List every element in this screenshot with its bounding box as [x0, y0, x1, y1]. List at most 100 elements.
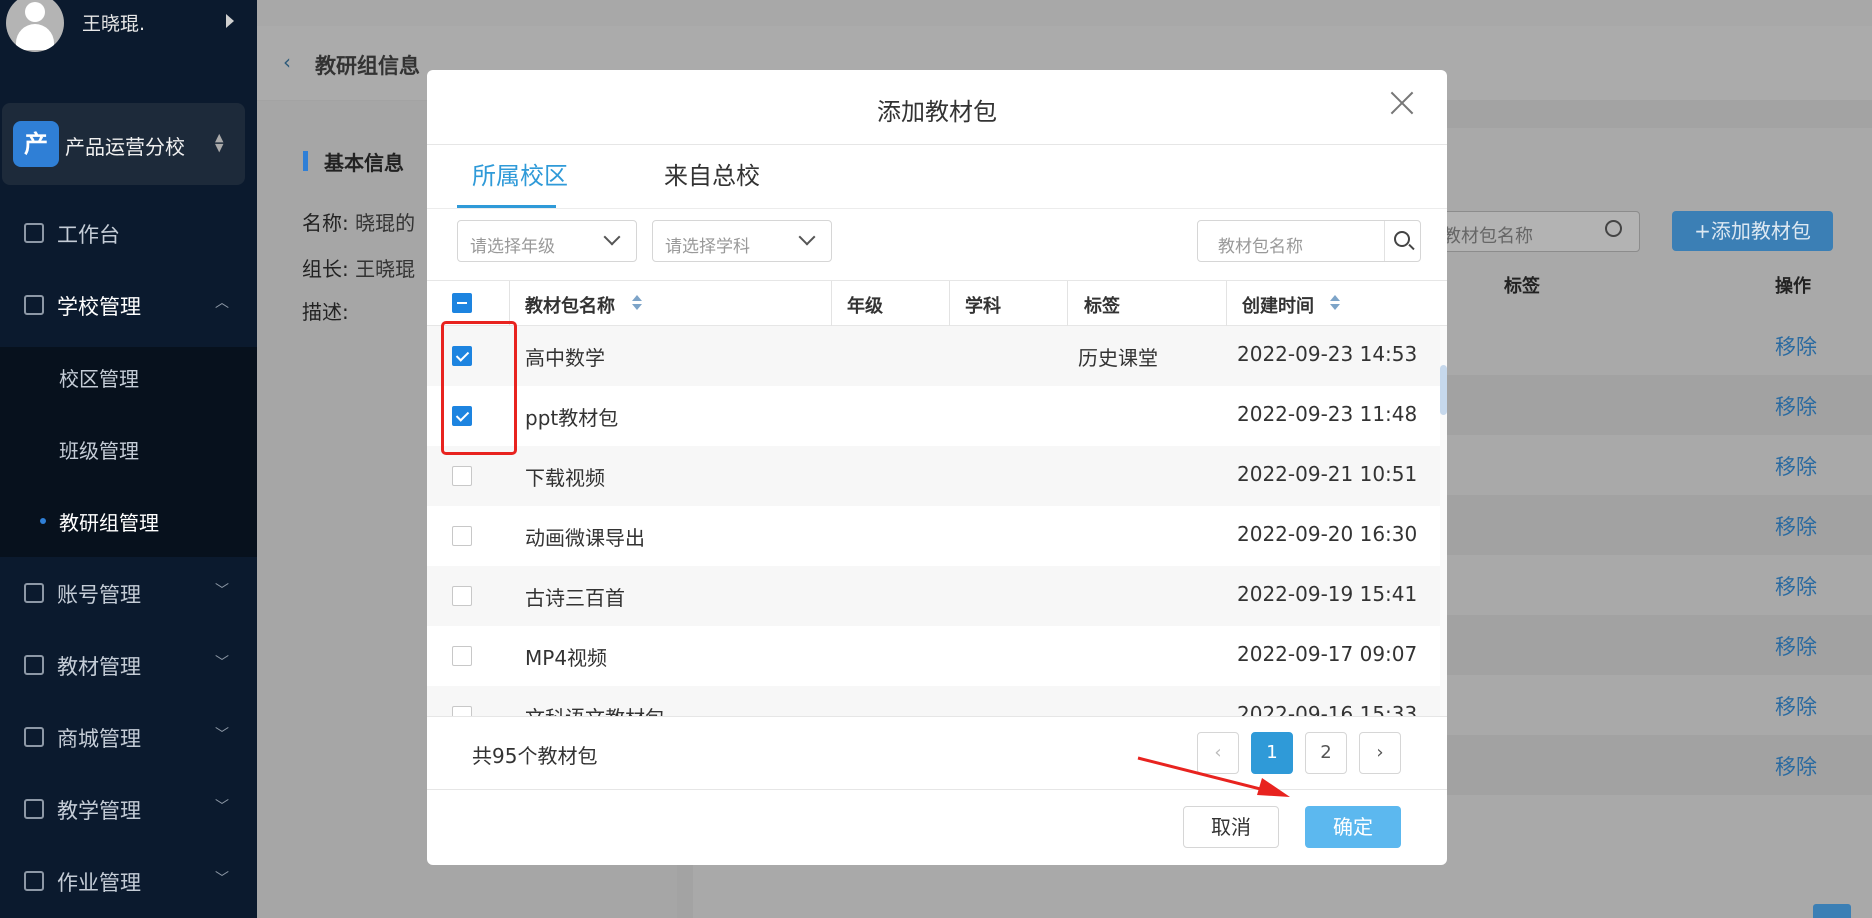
row-checkbox[interactable]	[452, 646, 472, 666]
search-input[interactable]: 教材包名称	[1197, 220, 1421, 262]
table-row: 移除	[1447, 375, 1872, 435]
column-header-created[interactable]: 创建时间	[1242, 292, 1314, 318]
nav-item-homework[interactable]: 作业管理 ﹀	[0, 851, 257, 911]
table-body: 高中数学 历史课堂 2022-09-23 14:53 ppt教材包 2022-09-23…	[427, 326, 1440, 716]
nav-item-shop[interactable]: 商城管理 ﹀	[0, 707, 257, 767]
remove-link[interactable]: 移除	[1775, 391, 1817, 421]
remove-link[interactable]: 移除	[1775, 691, 1817, 721]
sub-nav-research-group[interactable]: 教研组管理	[0, 491, 257, 551]
remove-link[interactable]: 移除	[1775, 631, 1817, 661]
confirm-button[interactable]: 确定	[1305, 806, 1401, 848]
remove-link[interactable]: 移除	[1775, 511, 1817, 541]
table-row[interactable]: 动画微课导出 2022-09-20 16:30	[427, 506, 1440, 566]
field-value: 晓琨的	[355, 211, 416, 235]
dashboard-icon	[24, 223, 44, 243]
field-label: 名称:	[302, 211, 349, 235]
active-dot-icon	[40, 518, 46, 524]
column-header-grade: 年级	[847, 296, 883, 317]
table-row: 移除	[1447, 435, 1872, 495]
material-tag: 历史课堂	[1078, 346, 1158, 370]
field-name: 名称: 晓琨的	[302, 207, 415, 236]
page-1-button[interactable]: 1	[1251, 732, 1293, 774]
search-placeholder: 教材包名称	[1443, 226, 1533, 247]
user-icon	[24, 583, 44, 603]
created-time: 2022-09-23 14:53	[1237, 342, 1418, 366]
prev-page-button[interactable]: ‹	[1197, 732, 1239, 774]
caret-right-icon[interactable]	[226, 14, 234, 28]
homework-icon	[24, 871, 44, 891]
tab-campus[interactable]: 所属校区	[472, 156, 568, 191]
search-icon[interactable]	[1394, 231, 1410, 247]
search-icon[interactable]	[1605, 220, 1622, 237]
row-checkbox[interactable]	[452, 466, 472, 486]
remove-link[interactable]: 移除	[1775, 451, 1817, 481]
table-row[interactable]: ppt教材包 2022-09-23 11:48	[427, 386, 1440, 446]
pagination-current[interactable]	[1813, 904, 1851, 918]
sort-icon[interactable]	[632, 295, 642, 313]
nav-item-teaching[interactable]: 教学管理 ﹀	[0, 779, 257, 839]
table-row[interactable]: 文科语文教材包 2022-09-16 15:33	[427, 686, 1440, 716]
sub-nav-label: 教研组管理	[59, 511, 159, 535]
next-page-button[interactable]: ›	[1359, 732, 1401, 774]
school-switcher[interactable]: 产 产品运营分校 ▲ ▼	[2, 103, 245, 185]
column-header-tag: 标签	[1504, 276, 1540, 297]
tab-headquarters[interactable]: 来自总校	[664, 156, 760, 191]
sub-nav-campus[interactable]: 校区管理	[0, 347, 257, 407]
table-row[interactable]: MP4视频 2022-09-17 09:07	[427, 626, 1440, 686]
nav-label: 账号管理	[57, 583, 141, 607]
nav-item-materials[interactable]: 教材管理 ﹀	[0, 635, 257, 695]
table-row: 移除	[1447, 615, 1872, 675]
table-row[interactable]: 古诗三百首 2022-09-19 15:41	[427, 566, 1440, 626]
chevron-down-icon: ﹀	[215, 727, 229, 743]
nav-item-school-management[interactable]: 学校管理 ︿	[0, 275, 257, 335]
remove-link[interactable]: 移除	[1775, 571, 1817, 601]
nav-item-dashboard[interactable]: 工作台	[0, 203, 257, 263]
shop-icon	[24, 727, 44, 747]
material-name: 动画微课导出	[525, 526, 645, 550]
back-chevron-icon[interactable]: ‹	[283, 50, 291, 74]
material-name: 文科语文教材包	[525, 702, 665, 716]
table-row: 移除	[1447, 495, 1872, 555]
nav-label: 教材管理	[57, 655, 141, 679]
row-checkbox[interactable]	[452, 706, 472, 716]
subject-select[interactable]: 请选择学科	[652, 220, 832, 262]
table-row[interactable]: 下载视频 2022-09-21 10:51	[427, 446, 1440, 506]
add-material-button[interactable]: +添加教材包	[1672, 211, 1833, 251]
user-row[interactable]: 王晓琨.	[0, 0, 257, 52]
cancel-button[interactable]: 取消	[1183, 806, 1279, 848]
grade-select[interactable]: 请选择年级	[457, 220, 637, 262]
table-row: 移除	[1447, 555, 1872, 615]
school-name: 产品运营分校	[65, 135, 185, 159]
created-time: 2022-09-23 11:48	[1237, 402, 1418, 426]
school-icon	[24, 295, 44, 315]
avatar[interactable]	[6, 0, 64, 52]
close-icon[interactable]	[1387, 88, 1417, 118]
chevron-down-icon: ﹀	[215, 583, 229, 599]
column-header-name[interactable]: 教材包名称	[525, 292, 615, 318]
remove-link[interactable]: 移除	[1775, 331, 1817, 361]
sort-icon[interactable]	[1330, 295, 1340, 313]
nav-label: 教学管理	[57, 799, 141, 823]
bg-search-input[interactable]: 教材包名称	[1434, 211, 1640, 252]
modal-title: 添加教材包	[877, 98, 997, 126]
page-2-button[interactable]: 2	[1305, 732, 1347, 774]
table-row[interactable]: 高中数学 历史课堂 2022-09-23 14:53	[427, 326, 1440, 386]
column-header-tag: 标签	[1084, 296, 1120, 317]
row-checkbox[interactable]	[452, 526, 472, 546]
sub-nav-class[interactable]: 班级管理	[0, 419, 257, 479]
divider	[427, 716, 1447, 717]
select-all-checkbox[interactable]	[452, 293, 472, 313]
sub-nav-label: 校区管理	[59, 367, 139, 391]
nav-label: 工作台	[57, 223, 120, 247]
nav-item-accounts[interactable]: 账号管理 ﹀	[0, 563, 257, 623]
scrollbar-thumb[interactable]	[1440, 365, 1447, 415]
field-description: 描述:	[302, 296, 349, 325]
divider	[1384, 221, 1385, 261]
remove-link[interactable]: 移除	[1775, 751, 1817, 781]
sub-nav-label: 班级管理	[59, 439, 139, 463]
search-placeholder: 教材包名称	[1218, 237, 1303, 257]
row-checkbox[interactable]	[452, 586, 472, 606]
table-header: 教材包名称 年级 学科 标签 创建时间	[427, 280, 1447, 326]
material-name: ppt教材包	[525, 406, 619, 430]
created-time: 2022-09-16 15:33	[1237, 702, 1418, 716]
